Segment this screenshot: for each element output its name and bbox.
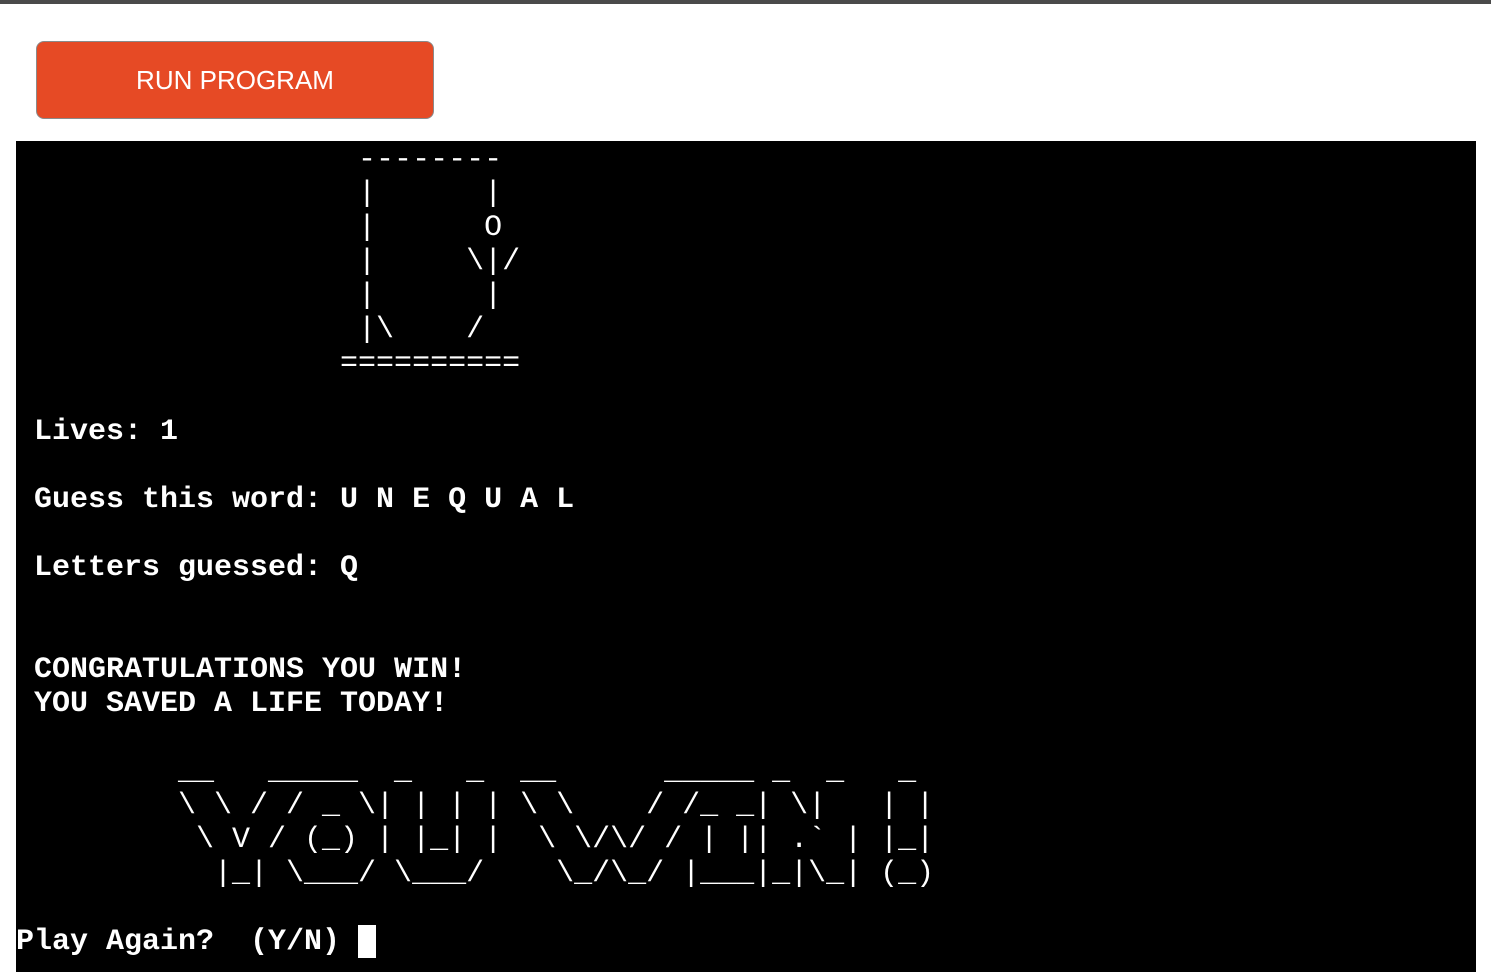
prompt-line: Play Again? (Y/N) <box>16 925 934 959</box>
you-win-art-line: |_| \___/ \___/ \_/\_/ |___|_|\_| (_) <box>16 857 935 891</box>
hangman-line: |\ / <box>16 313 485 347</box>
hangman-line: | O <box>16 211 503 245</box>
top-border <box>0 0 1491 4</box>
saved-life-text: YOU SAVED A LIFE TODAY! <box>16 687 449 721</box>
word-text: Guess this word: U N E Q U A L <box>16 483 575 517</box>
you-win-art-line: \ V / (_) | |_| | \ \/\/ / | || .` | |_| <box>16 823 935 857</box>
play-again-prompt: Play Again? (Y/N) <box>16 925 359 959</box>
text-cursor[interactable] <box>358 925 377 958</box>
you-win-art-line: \ \ / / _ \| | | | \ \ / /_ _| \| | | <box>16 789 935 823</box>
hangman-line: | | <box>16 177 503 211</box>
terminal-output: -------- | | | O | \|/ | | |\ / ========… <box>16 143 934 959</box>
hangman-line: -------- <box>16 143 503 177</box>
congratulations-text: CONGRATULATIONS YOU WIN! <box>16 653 467 687</box>
terminal[interactable]: -------- | | | O | \|/ | | |\ / ========… <box>16 141 1476 972</box>
hangman-line: | | <box>16 279 503 313</box>
you-win-art-line: __ _____ _ _ __ _____ _ _ _ <box>16 755 917 789</box>
hangman-line: | \|/ <box>16 245 521 279</box>
hangman-line: ========== <box>16 347 521 381</box>
lives-text: Lives: 1 <box>16 415 179 449</box>
letters-guessed-text: Letters guessed: Q <box>16 551 359 585</box>
run-program-button[interactable]: RUN PROGRAM <box>36 41 434 119</box>
